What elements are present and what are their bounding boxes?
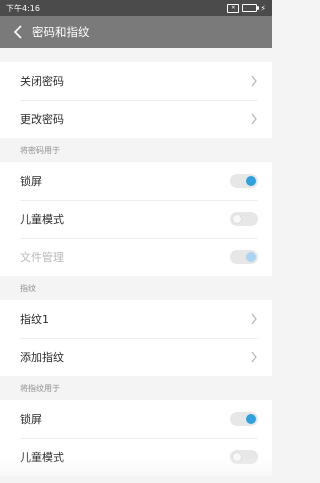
toggle-knob: [232, 214, 242, 224]
toggle-knob: [232, 452, 242, 462]
sim-icon: ✕: [227, 3, 240, 13]
fingerprint-1-row[interactable]: 指纹1: [0, 300, 272, 338]
password-lockscreen-row[interactable]: 锁屏: [0, 162, 272, 200]
row-label: 指纹1: [20, 313, 49, 326]
password-group: 关闭密码 更改密码: [0, 62, 272, 138]
title-bar: 密码和指纹: [0, 16, 272, 48]
chevron-left-icon: [13, 25, 22, 39]
status-time: 下午4:16: [6, 3, 40, 13]
row-label: 锁屏: [20, 413, 42, 426]
lockscreen-toggle[interactable]: [230, 412, 258, 426]
section-title: 将指纹用于: [0, 376, 272, 400]
use-password-group: 锁屏 儿童模式 文件管理: [0, 162, 272, 276]
fingerprint-group: 指纹1 添加指纹: [0, 300, 272, 376]
row-label: 更改密码: [20, 113, 64, 126]
status-bar: 下午4:16 ✕ ⚡: [0, 0, 272, 16]
kids-mode-toggle[interactable]: [230, 212, 258, 226]
section-title: 指纹: [0, 276, 272, 300]
toggle-knob: [246, 252, 256, 262]
close-password-row[interactable]: 关闭密码: [0, 62, 272, 100]
change-password-row[interactable]: 更改密码: [0, 100, 272, 138]
row-label: 添加指纹: [20, 351, 64, 364]
section-title: 将密码用于: [0, 138, 272, 162]
row-label: 儿童模式: [20, 213, 64, 226]
password-file-manager-row: 文件管理: [0, 238, 272, 276]
fingerprint-lockscreen-row[interactable]: 锁屏: [0, 400, 272, 438]
password-kids-mode-row[interactable]: 儿童模式: [0, 200, 272, 238]
lockscreen-toggle[interactable]: [230, 174, 258, 188]
kids-mode-toggle[interactable]: [230, 450, 258, 464]
use-fingerprint-group: 锁屏 儿童模式: [0, 400, 272, 476]
chevron-right-icon: [251, 351, 257, 363]
row-label: 锁屏: [20, 175, 42, 188]
fingerprint-kids-mode-row[interactable]: 儿童模式: [0, 438, 272, 476]
charging-icon: ⚡: [260, 3, 266, 13]
add-fingerprint-row[interactable]: 添加指纹: [0, 338, 272, 376]
chevron-right-icon: [251, 75, 257, 87]
row-label: 儿童模式: [20, 451, 64, 464]
row-label: 关闭密码: [20, 75, 64, 88]
battery-icon: [242, 4, 260, 12]
file-manager-toggle: [230, 250, 258, 264]
toggle-knob: [246, 414, 256, 424]
page-title: 密码和指纹: [32, 25, 90, 39]
row-label: 文件管理: [20, 251, 64, 264]
toggle-knob: [246, 176, 256, 186]
chevron-right-icon: [251, 113, 257, 125]
chevron-right-icon: [251, 313, 257, 325]
back-button[interactable]: [8, 22, 28, 42]
status-icons: ✕ ⚡: [227, 3, 266, 13]
